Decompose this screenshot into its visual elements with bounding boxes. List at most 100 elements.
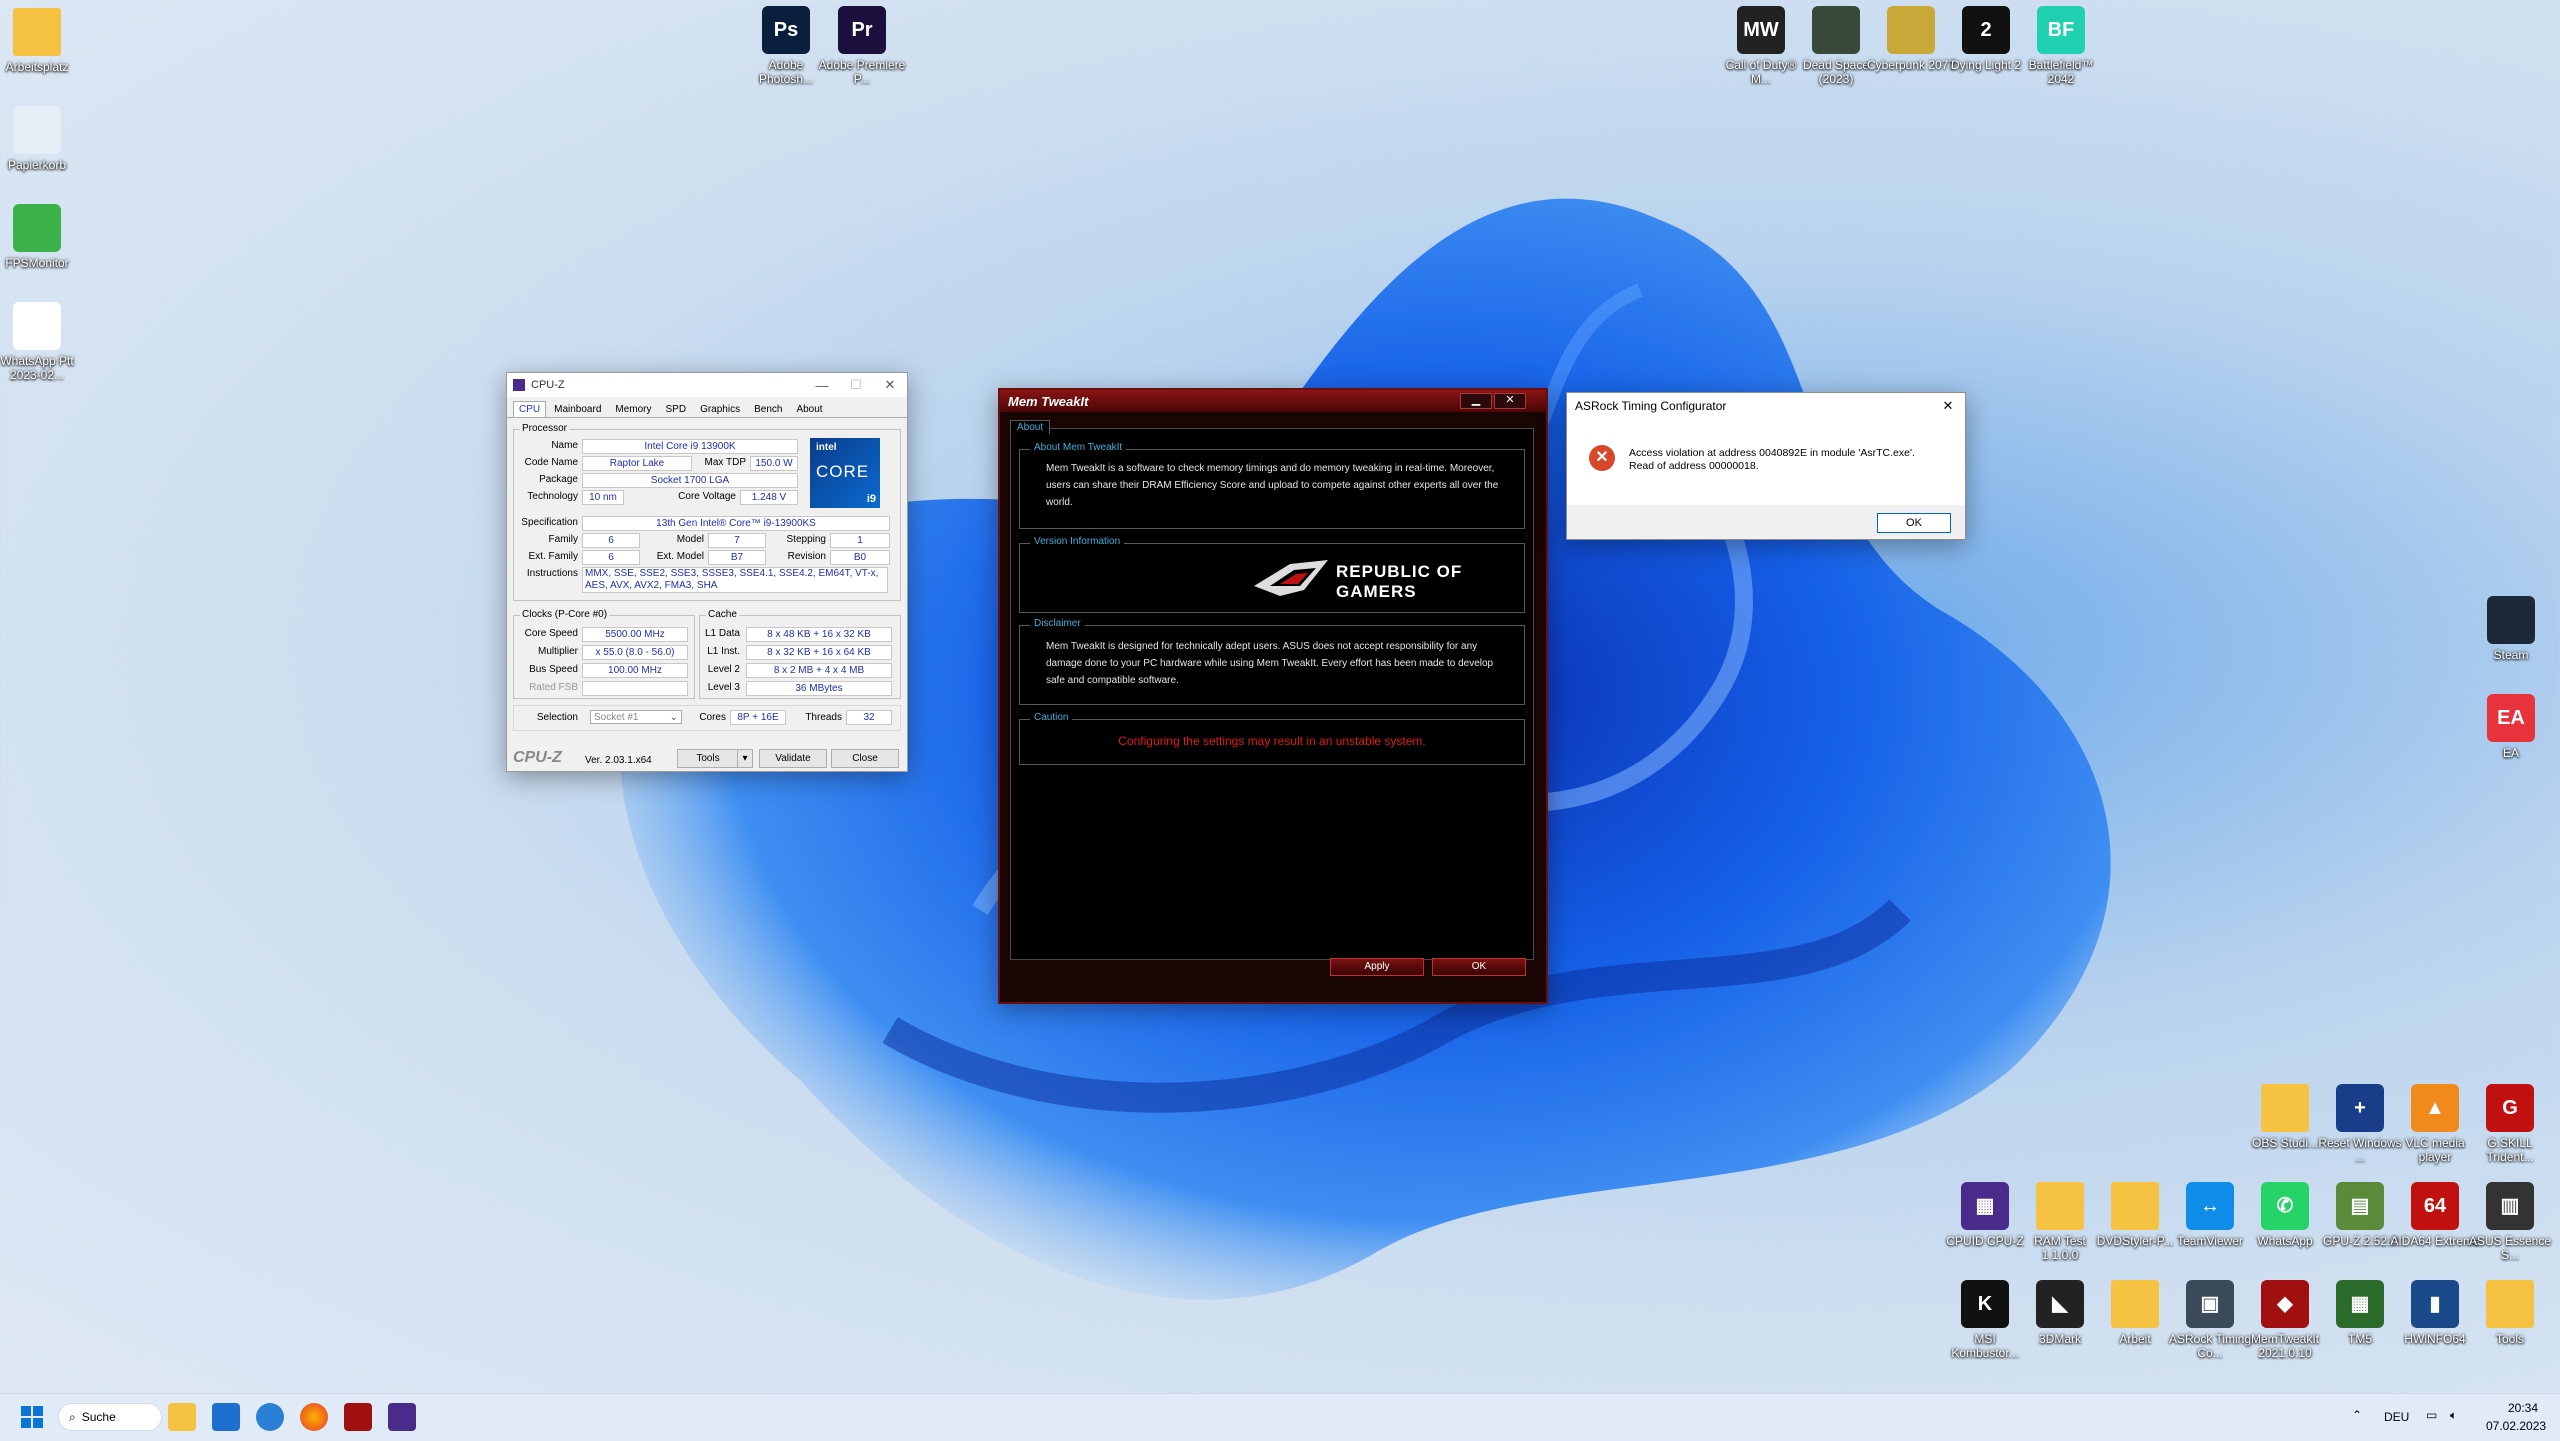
- refresh-icon[interactable]: [256, 1403, 284, 1431]
- desktop-icon[interactable]: BF Battlefield™ 2042: [2016, 6, 2106, 86]
- maxtdp-value: 150.0 W: [750, 456, 798, 471]
- 3dmark-icon: ◣: [2036, 1280, 2084, 1328]
- name-label: Name: [551, 440, 578, 451]
- tm5-icon: ▦: [2336, 1280, 2384, 1328]
- close-icon[interactable]: ✕: [1931, 398, 1965, 414]
- cpuz-window: CPU-Z — ☐ ✕ CPU Mainboard Memory SPD Gra…: [506, 372, 908, 772]
- cpuz-app-icon: [513, 379, 525, 391]
- language-indicator[interactable]: DEU: [2384, 1410, 2409, 1424]
- dying-light-icon: 2: [1962, 6, 2010, 54]
- desktop-icon[interactable]: WhatsApp Ptt 2023-02...: [0, 302, 82, 382]
- ok-button[interactable]: OK: [1877, 513, 1951, 533]
- search-box[interactable]: ⌕ Suche: [58, 1403, 162, 1431]
- minimize-icon[interactable]: ▁: [1460, 393, 1492, 409]
- store-icon[interactable]: [212, 1403, 240, 1431]
- desktop-icon[interactable]: G G.SKILL Trident...: [2465, 1084, 2555, 1164]
- selection-value: Socket #1: [594, 712, 639, 723]
- file-explorer-icon[interactable]: [168, 1403, 196, 1431]
- tab-about[interactable]: About: [790, 401, 828, 418]
- teamviewer-icon: ↔: [2186, 1182, 2234, 1230]
- tab-bench[interactable]: Bench: [748, 401, 788, 418]
- level3-value: 36 MBytes: [746, 681, 892, 696]
- desktop-icon-label: Arbeitsplatz: [5, 60, 69, 74]
- error-message: Access violation at address 0040892E in …: [1629, 447, 1915, 473]
- tab-about[interactable]: About: [1010, 420, 1051, 434]
- memtweakit-taskbar-icon[interactable]: [344, 1403, 372, 1431]
- desktop-icon[interactable]: FPSMonitor: [0, 204, 82, 270]
- caution-text: Configuring the settings may result in a…: [1118, 734, 1426, 748]
- close-icon[interactable]: ✕: [873, 377, 907, 393]
- rog-line2: GAMERS: [1336, 582, 1417, 601]
- revision-value: B0: [830, 550, 890, 565]
- chevron-down-icon: ⌄: [669, 712, 678, 723]
- error-icon: ✕: [1589, 445, 1615, 471]
- tab-graphics[interactable]: Graphics: [694, 401, 746, 418]
- selection-dropdown[interactable]: Socket #1 ⌄: [590, 710, 682, 724]
- folder-icon: [2036, 1182, 2084, 1230]
- cod-icon: MW: [1737, 6, 1785, 54]
- validate-button[interactable]: Validate: [759, 749, 827, 768]
- codename-value: Raptor Lake: [582, 456, 692, 471]
- stepping-value: 1: [830, 533, 890, 548]
- desktop-icon[interactable]: Steam: [2466, 596, 2556, 662]
- asus-icon: ▥: [2486, 1182, 2534, 1230]
- tab-memory[interactable]: Memory: [609, 401, 657, 418]
- search-icon: ⌕: [69, 1409, 76, 1424]
- extfamily-label: Ext. Family: [528, 551, 578, 562]
- revision-label: Revision: [787, 551, 826, 562]
- tab-cpu[interactable]: CPU: [513, 401, 547, 417]
- level2-label: Level 2: [707, 664, 740, 675]
- stepping-label: Stepping: [786, 534, 826, 545]
- desktop-icon[interactable]: Pr Adobe Premiere P...: [817, 6, 907, 86]
- cpuz-icon: ▦: [1961, 1182, 2009, 1230]
- minimize-icon[interactable]: —: [805, 378, 839, 393]
- desktop-icon[interactable]: ▥ ASUS Essence S...: [2465, 1182, 2555, 1262]
- clock-date[interactable]: 07.02.2023: [2486, 1419, 2546, 1433]
- volume-icon[interactable]: 🔈︎: [2450, 1408, 2457, 1423]
- memtweakit-window: Mem TweakIt ▁ ✕ About About Mem TweakIt …: [998, 388, 1548, 1004]
- ok-button[interactable]: OK: [1432, 958, 1526, 976]
- network-icon[interactable]: ▭: [2426, 1408, 2437, 1422]
- instructions-value: MMX, SSE, SSE2, SSE3, SSSE3, SSE4.1, SSE…: [582, 567, 888, 593]
- logo-core-text: CORE: [816, 462, 870, 481]
- cpuz-titlebar[interactable]: CPU-Z — ☐ ✕: [507, 373, 907, 397]
- cpuz-taskbar-icon[interactable]: [388, 1403, 416, 1431]
- desktop-icon-label: G.SKILL Trident...: [2486, 1136, 2534, 1164]
- vlc-icon: ▲: [2411, 1084, 2459, 1132]
- asrock-icon: ▣: [2186, 1280, 2234, 1328]
- kombustor-icon: K: [1961, 1280, 2009, 1328]
- close-button[interactable]: Close: [831, 749, 899, 768]
- apply-button[interactable]: Apply: [1330, 958, 1424, 976]
- aida64-icon: 64: [2411, 1182, 2459, 1230]
- clock-time[interactable]: 20:34: [2508, 1401, 2538, 1415]
- version-group: Version Information REPUBLIC OF GAMERS: [1019, 536, 1525, 613]
- desktop-icon[interactable]: Arbeitsplatz: [0, 8, 82, 74]
- selection-label: Selection: [536, 712, 578, 723]
- threads-label: Threads: [805, 712, 842, 723]
- tools-button[interactable]: Tools: [677, 749, 739, 768]
- asrock-titlebar[interactable]: ASRock Timing Configurator ✕: [1567, 393, 1965, 419]
- gpuz-icon: ▤: [2336, 1182, 2384, 1230]
- tab-spd[interactable]: SPD: [660, 401, 693, 418]
- firefox-icon[interactable]: [300, 1403, 328, 1431]
- family-label: Family: [548, 534, 578, 545]
- cache-caption: Cache: [706, 609, 739, 620]
- desktop-icon[interactable]: Papierkorb: [0, 106, 82, 172]
- cores-value: 8P + 16E: [730, 710, 786, 725]
- whatsapp-icon: ✆: [2261, 1182, 2309, 1230]
- desktop-icon-label: EA: [2502, 746, 2519, 760]
- tools-dropdown-button[interactable]: ▾: [737, 749, 753, 768]
- desktop-icon-label: Tools: [2495, 1332, 2524, 1346]
- folder-icon: [2486, 1280, 2534, 1328]
- reset-icon: +: [2336, 1084, 2384, 1132]
- close-icon[interactable]: ✕: [1494, 393, 1526, 409]
- family-value: 6: [582, 533, 640, 548]
- start-icon[interactable]: [18, 1403, 46, 1431]
- tab-mainboard[interactable]: Mainboard: [548, 401, 607, 418]
- desktop-icon[interactable]: Tools: [2465, 1280, 2555, 1346]
- maximize-icon[interactable]: ☐: [839, 377, 873, 393]
- desktop-icon[interactable]: EA EA: [2466, 694, 2556, 760]
- tray-chevron-up-icon[interactable]: ⌃: [2352, 1408, 2362, 1422]
- name-value: Intel Core i9 13900K: [582, 439, 798, 454]
- level2-value: 8 x 2 MB + 4 x 4 MB: [746, 663, 892, 678]
